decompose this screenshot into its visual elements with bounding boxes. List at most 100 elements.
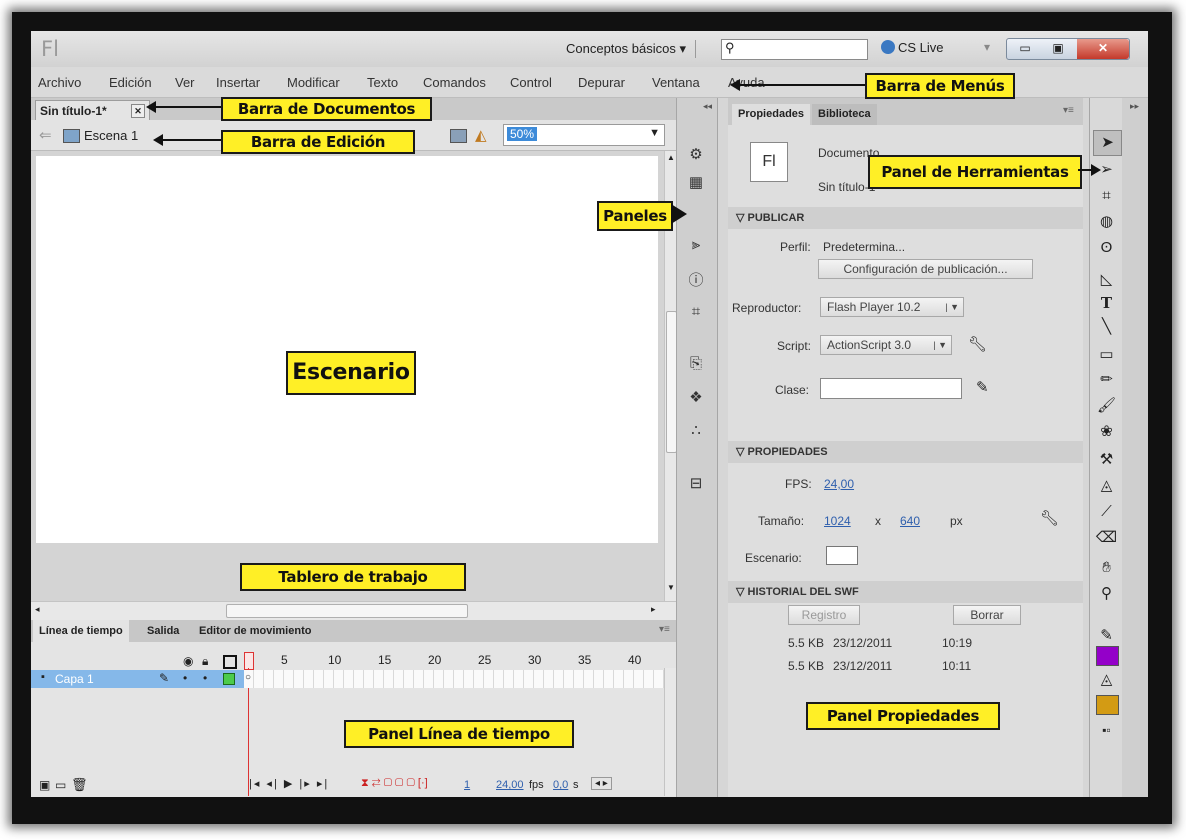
menu-ver[interactable]: Ver <box>175 75 195 90</box>
text-tool-icon[interactable]: T <box>1093 291 1120 315</box>
brush-tool-icon[interactable]: 🖌︎ <box>1093 394 1120 418</box>
height-input[interactable]: 640 <box>900 514 920 528</box>
edit-scene-icon[interactable] <box>450 129 467 143</box>
width-input[interactable]: 1024 <box>824 514 851 528</box>
fps-value[interactable]: 24,00 <box>496 779 524 791</box>
menu-comandos[interactable]: Comandos <box>423 75 486 90</box>
scroll-down-icon[interactable]: ▼ <box>667 583 675 592</box>
tab-output[interactable]: Salida <box>141 620 185 642</box>
menu-insertar[interactable]: Insertar <box>216 75 260 90</box>
dot-icon[interactable]: • <box>203 671 207 685</box>
pen-tool-icon[interactable]: ◺ <box>1093 268 1120 292</box>
menu-modificar[interactable]: Modificar <box>287 75 340 90</box>
wrench-icon[interactable]: 🔧︎ <box>968 335 987 353</box>
zoom-select[interactable]: 50% ▼ <box>503 124 665 146</box>
selection-tool-icon[interactable]: ➤ <box>1093 130 1122 156</box>
pencil-icon[interactable]: ✎ <box>976 378 989 396</box>
stage-color-swatch[interactable] <box>826 546 858 565</box>
layer-row[interactable]: ▪ Capa 1 ✎ • • <box>31 670 244 688</box>
eraser-icon[interactable]: ⌫ <box>1093 526 1120 550</box>
paint-bucket-icon[interactable]: ◬ <box>1093 474 1120 498</box>
current-frame[interactable]: 1 <box>464 779 470 791</box>
line-tool-icon[interactable]: ╲ <box>1093 315 1120 339</box>
clear-button[interactable]: Borrar <box>953 605 1021 625</box>
pencil-tool-icon[interactable]: ✏︎ <box>1093 368 1120 392</box>
panel-menu-icon[interactable]: ▾≡ <box>1063 105 1074 116</box>
frame-cells[interactable] <box>244 670 664 688</box>
lock-icon[interactable]: 🔒︎ <box>202 654 208 669</box>
section-properties[interactable]: ▽ PROPIEDADES <box>728 441 1083 463</box>
class-input[interactable] <box>820 378 962 399</box>
collapse-arrows-icon[interactable]: ▸▸ <box>1130 101 1139 112</box>
panel-menu-icon[interactable]: ▾≡ <box>659 624 670 635</box>
wrench-icon[interactable]: 🔧︎ <box>1040 509 1059 527</box>
tab-properties[interactable]: Propiedades <box>732 104 811 125</box>
scene-panel-icon[interactable]: ⊟ <box>685 474 707 494</box>
tab-library[interactable]: Biblioteca <box>812 104 877 125</box>
layer-name[interactable]: Capa 1 <box>55 672 94 686</box>
align-icon[interactable]: ⫸ <box>685 236 707 256</box>
free-transform-icon[interactable]: ⌗ <box>1093 184 1120 208</box>
scroll-up-icon[interactable]: ▲ <box>667 153 675 162</box>
fill-color-swatch[interactable] <box>1096 695 1119 715</box>
code-snippets-icon[interactable]: ⎘ <box>685 355 707 375</box>
log-button[interactable]: Registro <box>788 605 860 625</box>
3d-rotation-icon[interactable]: ◍ <box>1093 210 1120 234</box>
search-input[interactable]: ⚲ <box>721 39 868 60</box>
scroll-arrows-icon[interactable]: ◂ ▸ <box>591 777 612 790</box>
section-publish[interactable]: ▽ PUBLICAR <box>728 207 1083 229</box>
time-value[interactable]: 0,0 <box>553 779 568 791</box>
cs-live-button[interactable]: CS Live <box>881 40 944 55</box>
stroke-color-swatch[interactable] <box>1096 646 1119 666</box>
section-swf-history[interactable]: ▽ HISTORIAL DEL SWF <box>728 581 1083 603</box>
new-layer-icon[interactable]: ▣ <box>39 778 50 792</box>
swatches-icon[interactable]: ▦ <box>685 173 707 193</box>
dot-icon[interactable]: • <box>183 671 187 685</box>
keyframe-icon[interactable]: ○ <box>245 672 251 683</box>
playback-controls[interactable]: |◂ ◂| ▶ |▸ ▸| <box>249 777 329 790</box>
tab-motion-editor[interactable]: Editor de movimiento <box>193 620 317 642</box>
hand-tool-icon[interactable]: ✋︎ <box>1093 556 1120 580</box>
outline-icon[interactable] <box>223 655 237 669</box>
publish-settings-button[interactable]: Configuración de publicación... <box>818 259 1033 279</box>
new-folder-icon[interactable]: ▭ <box>55 778 66 792</box>
minimize-button[interactable]: ▭ <box>1007 39 1043 59</box>
maximize-button[interactable]: ▣ <box>1043 39 1073 59</box>
document-tab[interactable]: Sin título-1* ✕ <box>35 100 150 120</box>
edit-symbols-icon[interactable]: ◭ <box>475 126 487 144</box>
playhead-marker[interactable] <box>244 652 254 670</box>
layer-color-box[interactable] <box>223 673 235 685</box>
scroll-left-icon[interactable]: ◂ <box>35 604 40 615</box>
transform-icon[interactable]: ⌗ <box>685 303 707 323</box>
swap-colors-icon[interactable]: ▪▫ <box>1093 718 1120 742</box>
player-select[interactable]: Flash Player 10.2 | ▼ <box>820 297 964 317</box>
deco-tool-icon[interactable]: ❀ <box>1093 420 1120 444</box>
menu-control[interactable]: Control <box>510 75 552 90</box>
onion-skin-icons[interactable]: ⧗ ⇄ ▢ ▢ ▢ [·] <box>361 777 428 790</box>
horizontal-scrollbar[interactable]: ◂ ▸ <box>31 601 676 620</box>
lasso-icon[interactable]: ʘ <box>1093 236 1120 260</box>
rectangle-tool-icon[interactable]: ▭ <box>1093 343 1120 367</box>
close-tab-icon[interactable]: ✕ <box>131 104 145 118</box>
scene-label[interactable]: Escena 1 <box>84 128 138 143</box>
stage-canvas[interactable] <box>36 156 658 543</box>
chevron-down-icon[interactable]: ▾ <box>984 40 990 54</box>
scroll-right-icon[interactable]: ▸ <box>651 604 656 615</box>
motion-presets-icon[interactable]: ∴ <box>685 421 707 441</box>
color-panel-icon[interactable]: ⚙︎ <box>685 145 707 165</box>
script-select[interactable]: ActionScript 3.0 | ▼ <box>820 335 952 355</box>
back-arrow-icon[interactable]: ⇐ <box>39 126 52 144</box>
eye-icon[interactable]: ◉ <box>183 654 193 668</box>
menu-depurar[interactable]: Depurar <box>578 75 625 90</box>
tab-timeline[interactable]: Línea de tiempo <box>33 620 129 642</box>
close-button[interactable]: ✕ <box>1077 39 1129 59</box>
fps-input[interactable]: 24,00 <box>824 477 854 491</box>
components-icon[interactable]: ❖ <box>685 388 707 408</box>
menu-texto[interactable]: Texto <box>367 75 398 90</box>
menu-edicion[interactable]: Edición <box>109 75 152 90</box>
menu-ventana[interactable]: Ventana <box>652 75 700 90</box>
h-scroll-thumb[interactable] <box>226 604 468 618</box>
delete-layer-icon[interactable]: 🗑︎ <box>71 777 88 793</box>
collapse-arrows-icon[interactable]: ◂◂ <box>703 101 712 112</box>
zoom-tool-icon[interactable]: ⚲ <box>1093 582 1120 606</box>
